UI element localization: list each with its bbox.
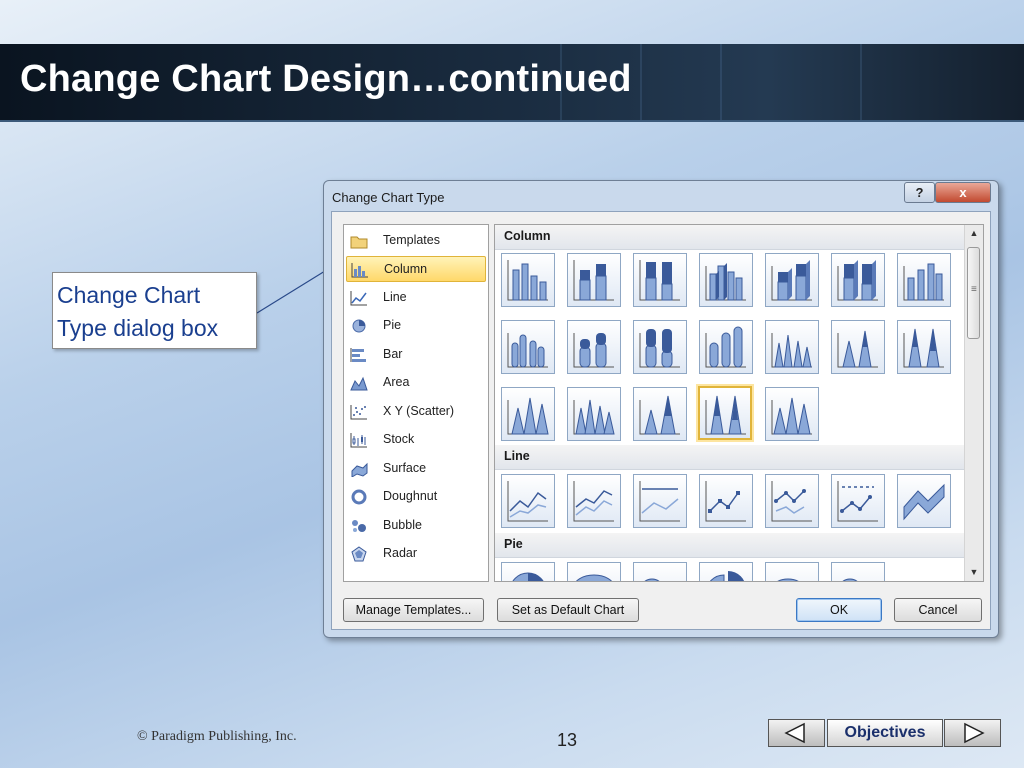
chart-type-list: Templates Column Line Pie Bar Area X Y (…	[343, 224, 489, 582]
chart-type-label: Column	[384, 262, 428, 276]
arrow-left-icon	[784, 722, 805, 744]
chart-type-label: Radar	[383, 546, 418, 560]
section-header-pie: Pie	[495, 533, 965, 558]
chart-type-label: Stock	[383, 432, 415, 446]
surface-chart-icon	[351, 462, 368, 477]
chart-type-scatter[interactable]: X Y (Scatter)	[346, 399, 486, 425]
subtype-pie[interactable]	[501, 562, 555, 581]
subtype-stacked-column[interactable]	[567, 253, 621, 307]
subtype-3d-pyramid[interactable]	[765, 387, 819, 441]
subtype-100-stacked-cylinder[interactable]	[633, 320, 687, 374]
stock-chart-icon	[350, 433, 367, 448]
subtype-3d-exploded-pie[interactable]	[765, 562, 819, 581]
scatter-chart-icon	[350, 405, 367, 420]
scroll-up-arrow[interactable]: ▲	[965, 225, 983, 242]
subtype-3d-cone[interactable]	[501, 387, 555, 441]
chart-type-column[interactable]: Column	[346, 256, 486, 282]
slide-title: Change Chart Design…continued	[20, 58, 632, 100]
chart-type-label: Line	[383, 290, 407, 304]
next-slide-button[interactable]	[944, 719, 1001, 747]
bubble-chart-icon	[352, 520, 366, 532]
scroll-down-arrow[interactable]: ▼	[965, 564, 983, 581]
close-button[interactable]: x	[935, 182, 991, 203]
section-header-line: Line	[495, 445, 965, 470]
chart-type-pie[interactable]: Pie	[346, 313, 486, 339]
chart-type-surface[interactable]: Surface	[346, 456, 486, 482]
subtype-clustered-pyramid[interactable]	[567, 387, 621, 441]
scroll-thumb[interactable]: ≡	[967, 247, 980, 339]
bar-chart-icon	[350, 348, 366, 362]
chart-type-label: Bubble	[383, 518, 422, 532]
callout-box: Change Chart Type dialog box	[52, 272, 257, 349]
chart-type-stock[interactable]: Stock	[346, 427, 486, 453]
chart-type-radar[interactable]: Radar	[346, 541, 486, 567]
subtype-clustered-cone[interactable]	[765, 320, 819, 374]
area-chart-icon	[350, 376, 368, 391]
pie-chart-icon	[352, 319, 366, 333]
set-default-chart-button[interactable]: Set as Default Chart	[497, 598, 639, 622]
column-chart-icon	[351, 263, 368, 278]
line-chart-icon	[350, 291, 367, 306]
subtype-line-with-markers[interactable]	[699, 474, 753, 528]
page-number: 13	[557, 730, 578, 750]
subtype-stacked-cylinder[interactable]	[567, 320, 621, 374]
objectives-button[interactable]: Objectives	[827, 719, 943, 747]
dialog-body: Templates Column Line Pie Bar Area X Y (…	[331, 211, 991, 630]
subtype-100-stacked-line[interactable]	[633, 474, 687, 528]
chart-type-line[interactable]: Line	[346, 285, 486, 311]
callout-line-2: Type dialog box	[57, 315, 219, 341]
subtype-stacked-line-with-markers[interactable]	[765, 474, 819, 528]
chart-type-label: Doughnut	[383, 489, 438, 503]
section-header-column: Column	[495, 225, 965, 250]
subtype-3d-clustered-column[interactable]	[699, 253, 753, 307]
chart-type-label: Templates	[383, 233, 440, 247]
dialog-title: Change Chart Type	[332, 190, 445, 205]
help-button[interactable]: ?	[904, 182, 935, 203]
chart-type-area[interactable]: Area	[346, 370, 486, 396]
folder-icon	[350, 236, 368, 249]
chart-type-label: Bar	[383, 347, 403, 361]
previous-slide-button[interactable]	[768, 719, 825, 747]
chart-type-label: X Y (Scatter)	[383, 404, 455, 418]
subtype-stacked-pyramid[interactable]	[633, 387, 687, 441]
chart-type-label: Surface	[383, 461, 427, 475]
cancel-button[interactable]: Cancel	[894, 598, 982, 622]
subtype-3d-column[interactable]	[897, 253, 951, 307]
subtype-100-stacked-pyramid[interactable]	[698, 386, 752, 440]
gallery-scrollbar[interactable]: ▲ ≡ ▼	[964, 225, 983, 581]
subtype-3d-cylinder[interactable]	[699, 320, 753, 374]
chart-type-bubble[interactable]: Bubble	[346, 513, 486, 539]
subtype-clustered-column[interactable]	[501, 253, 555, 307]
subtype-3d-pie[interactable]	[567, 562, 621, 581]
chart-type-doughnut[interactable]: Doughnut	[346, 484, 486, 510]
subtype-exploded-pie[interactable]	[699, 562, 753, 581]
subtype-100-stacked-cone[interactable]	[897, 320, 951, 374]
subtype-stacked-cone[interactable]	[831, 320, 885, 374]
subtype-stacked-line[interactable]	[567, 474, 621, 528]
ok-button[interactable]: OK	[796, 598, 882, 622]
subtype-line[interactable]	[501, 474, 555, 528]
subtype-pie-of-pie[interactable]	[633, 562, 687, 581]
chart-type-label: Area	[383, 375, 410, 389]
subtype-3d-100-stacked-column[interactable]	[831, 253, 885, 307]
callout-line-1: Change Chart	[57, 282, 201, 308]
chart-type-templates[interactable]: Templates	[346, 228, 486, 254]
subtype-3d-line[interactable]	[897, 474, 951, 528]
copyright-footer: © Paradigm Publishing, Inc.	[137, 729, 297, 744]
manage-templates-button[interactable]: Manage Templates...	[343, 598, 484, 622]
slide-navigation: Objectives	[768, 719, 1001, 749]
subtype-3d-stacked-column[interactable]	[765, 253, 819, 307]
subtype-100-stacked-column[interactable]	[633, 253, 687, 307]
doughnut-chart-icon	[351, 489, 367, 505]
chart-subtype-gallery: Column Line Pie ▲ ≡ ▼	[494, 224, 984, 582]
slide-title-bar: Change Chart Design…continued	[0, 44, 1024, 122]
subtype-bar-of-pie[interactable]	[831, 562, 885, 581]
arrow-right-icon	[964, 722, 985, 744]
subtype-100-stacked-line-with-markers[interactable]	[831, 474, 885, 528]
chart-type-label: Pie	[383, 318, 402, 332]
change-chart-type-dialog: Change Chart Type ? x Templates Column L…	[323, 180, 999, 638]
subtype-clustered-cylinder[interactable]	[501, 320, 555, 374]
radar-chart-icon	[351, 546, 367, 562]
chart-type-bar[interactable]: Bar	[346, 342, 486, 368]
